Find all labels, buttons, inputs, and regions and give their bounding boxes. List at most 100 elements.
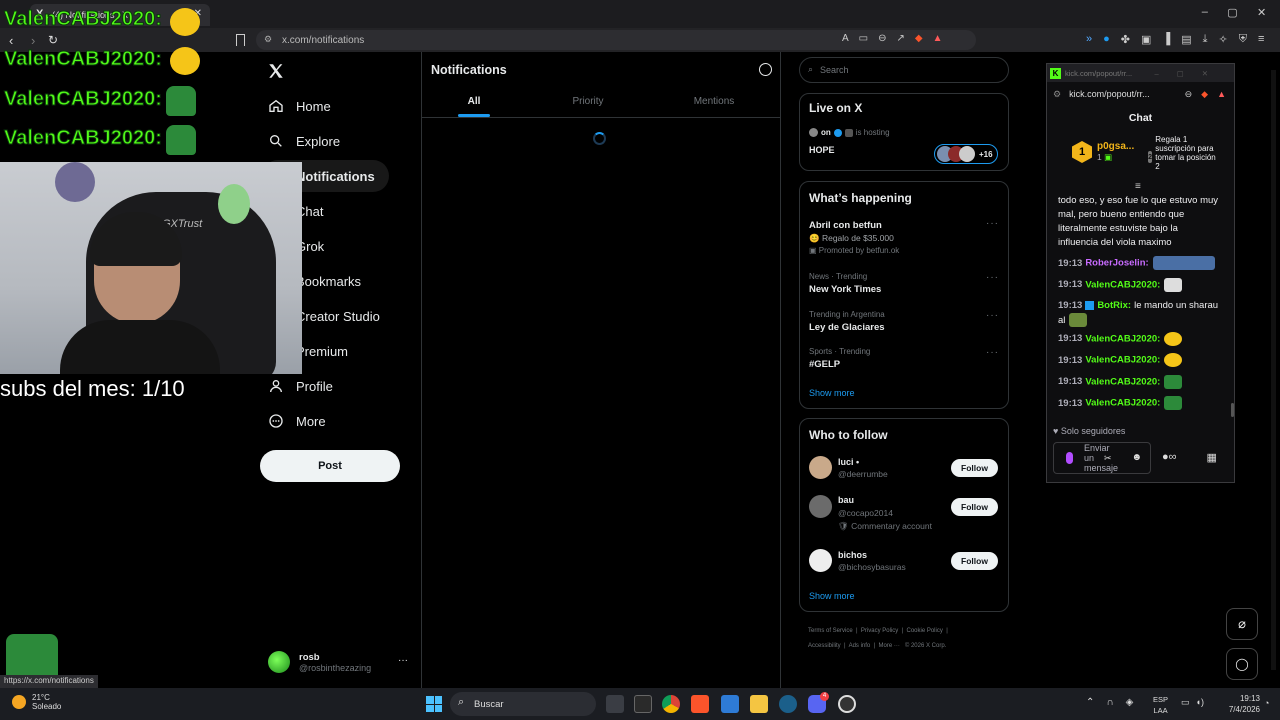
wallet-icon[interactable]: ▤ [1181, 33, 1191, 46]
clock[interactable]: 19:13 7/4/2026 [1220, 693, 1260, 715]
tab-priority[interactable]: Priority [528, 96, 648, 107]
notifications-bell-icon[interactable]: ◔ [1264, 698, 1269, 708]
chat-username[interactable]: ValenCABJ2020: [1085, 355, 1160, 366]
chat-input[interactable]: Enviar un mensaje ✂ ☻ [1053, 442, 1151, 474]
chat-message[interactable]: 19:13 ValenCABJ2020: [1058, 374, 1228, 390]
page-scrollbar[interactable] [1271, 70, 1276, 670]
search-box[interactable]: ⌕ Search [799, 57, 1009, 83]
chat-username[interactable]: ValenCABJ2020: [1085, 376, 1160, 387]
nav-item-explore[interactable]: Explore [262, 125, 340, 157]
trend-item[interactable]: Trending in Argentina Ley de Glaciares ·… [809, 310, 999, 333]
translate-icon[interactable]: A [842, 33, 849, 44]
back-icon[interactable]: ‹ [9, 33, 13, 48]
weather-widget[interactable]: 21°C Soleado [12, 693, 61, 711]
trend-item[interactable]: Sports · Trending #GELP ··· [809, 347, 999, 370]
chrome-icon[interactable] [662, 695, 680, 713]
file-explorer-icon[interactable] [750, 695, 768, 713]
follow-suggestion[interactable]: bau @cocapo2014 🛡 Commentary account [809, 495, 932, 532]
reader-icon[interactable]: ▭ [859, 33, 868, 44]
headset-icon[interactable]: ∩ [1106, 697, 1113, 708]
points-icon[interactable]: ●∞ [1162, 451, 1177, 464]
account-more-icon[interactable]: ··· [398, 655, 408, 666]
account-switcher[interactable]: rosb @rosbinthezazing ··· [264, 645, 412, 679]
post-button[interactable]: Post [260, 450, 400, 482]
chat-message[interactable]: 19:13 ValenCABJ2020: [1058, 396, 1228, 411]
media-icon[interactable]: ▣ [1141, 33, 1151, 46]
trend-item[interactable]: Abril con betfun 😊 Regalo de $35.000 ▣ P… [809, 218, 999, 255]
footer-link[interactable]: Cookie Policy [907, 628, 943, 634]
minimize-icon[interactable]: – [1202, 6, 1208, 22]
chat-username[interactable]: RoberJoselin: [1085, 258, 1148, 269]
emoji-icon[interactable]: ☻ [1131, 452, 1142, 463]
obs-icon[interactable] [838, 695, 856, 713]
pinned-toggle-icon[interactable]: ≡ [1135, 181, 1141, 192]
top-gifter[interactable]: 1 p0gsa... 1 ▣ [1072, 141, 1134, 163]
reload-icon[interactable]: ↻ [48, 33, 58, 47]
close-window-icon[interactable]: ✕ [1257, 6, 1266, 22]
start-button[interactable] [426, 696, 442, 712]
follow-suggestion[interactable]: bichos @bichosybasuras [809, 549, 906, 572]
brave-shield-icon[interactable]: ◆ [915, 33, 923, 44]
chat-username[interactable]: ValenCABJ2020: [1085, 333, 1160, 344]
brave-icon[interactable] [691, 695, 709, 713]
footer-link[interactable]: More ··· [879, 643, 900, 649]
x-logo-icon[interactable] [267, 62, 285, 80]
sidebar-icon[interactable]: ▐ [1162, 33, 1170, 46]
task-view-icon[interactable] [606, 695, 624, 713]
kick-zoom-icon[interactable]: ⊖ [1185, 89, 1193, 100]
kick-emote-icon[interactable]: ✂ [1104, 453, 1112, 464]
steam-icon[interactable] [779, 695, 797, 713]
vpn-extension-icon[interactable]: ● [1103, 33, 1110, 46]
trend-more-icon[interactable]: ··· [986, 347, 999, 358]
chat-username[interactable]: ValenCABJ2020: [1085, 398, 1160, 409]
nav-item-profile[interactable]: Profile [262, 370, 333, 402]
audio-extension-icon[interactable]: » [1086, 33, 1092, 46]
download-icon[interactable]: ⤓ [1203, 33, 1208, 46]
trend-item[interactable]: News · Trending New York Times ··· [809, 272, 999, 295]
stream-title[interactable]: HOPE [809, 145, 835, 155]
trend-more-icon[interactable]: ··· [986, 272, 999, 283]
footer-link[interactable]: Terms of Service [808, 628, 853, 634]
trend-more-icon[interactable]: ··· [986, 310, 999, 321]
follow-button[interactable]: Follow [951, 498, 998, 516]
forward-icon[interactable]: › [31, 33, 35, 48]
kick-rewards-icon[interactable]: ▲ [1217, 89, 1226, 100]
nav-item-more[interactable]: More [262, 405, 326, 437]
system-status[interactable]: ▭ ◖) [1181, 697, 1204, 708]
chat-message[interactable]: 19:13 ValenCABJ2020: [1058, 331, 1228, 347]
zoom-icon[interactable]: ⊖ [878, 33, 886, 44]
vpn-icon[interactable]: ⛨ [1239, 33, 1247, 46]
gift-sub-icon[interactable]: ▦ [1207, 451, 1217, 464]
tab-mentions[interactable]: Mentions [654, 96, 774, 107]
chat-message[interactable]: 19:13 ValenCABJ2020: [1058, 353, 1228, 368]
maximize-icon[interactable]: ▢ [1227, 6, 1237, 22]
chat-message[interactable]: 19:13 BotRix: le mando un sharau al [1058, 299, 1228, 328]
chat-username[interactable]: ValenCABJ2020: [1085, 279, 1160, 290]
share-icon[interactable]: ↗ [897, 33, 905, 44]
puzzle-icon[interactable]: ✤ [1121, 33, 1130, 46]
live-participants[interactable]: +16 [934, 144, 998, 164]
bookmark-page-icon[interactable] [236, 34, 245, 46]
menu-icon[interactable]: ≡ [1258, 33, 1264, 46]
grok-float-button[interactable]: ⌀ [1226, 608, 1258, 640]
follow-button[interactable]: Follow [951, 552, 998, 570]
footer-link[interactable]: Accessibility [808, 643, 841, 649]
chat-message[interactable]: 19:13 ValenCABJ2020: [1058, 277, 1228, 293]
footer-link[interactable]: Ads info [849, 643, 871, 649]
follow-show-more[interactable]: Show more [809, 591, 855, 601]
trend-more-icon[interactable]: ··· [986, 218, 999, 229]
mic-icon[interactable] [1066, 452, 1073, 464]
notification-settings-icon[interactable] [759, 63, 772, 76]
follow-suggestion[interactable]: luci • @deerrumbe [809, 456, 888, 479]
language-indicator[interactable]: ESP LAA [1153, 694, 1168, 716]
taskbar-search[interactable]: ⌕ Buscar [450, 692, 596, 716]
tray-app-icon[interactable]: ◈ [1126, 697, 1134, 708]
messages-float-button[interactable]: ◯ [1226, 648, 1258, 680]
tray-chevron-icon[interactable]: ⌃ [1086, 697, 1094, 708]
follow-button[interactable]: Follow [951, 459, 998, 477]
site-info-icon[interactable]: ⚙ [264, 34, 272, 45]
tab-all[interactable]: All [414, 96, 534, 107]
kick-shield-icon[interactable]: ◆ [1201, 89, 1208, 100]
store-icon[interactable] [721, 695, 739, 713]
brave-rewards-icon[interactable]: ▲ [933, 33, 943, 44]
